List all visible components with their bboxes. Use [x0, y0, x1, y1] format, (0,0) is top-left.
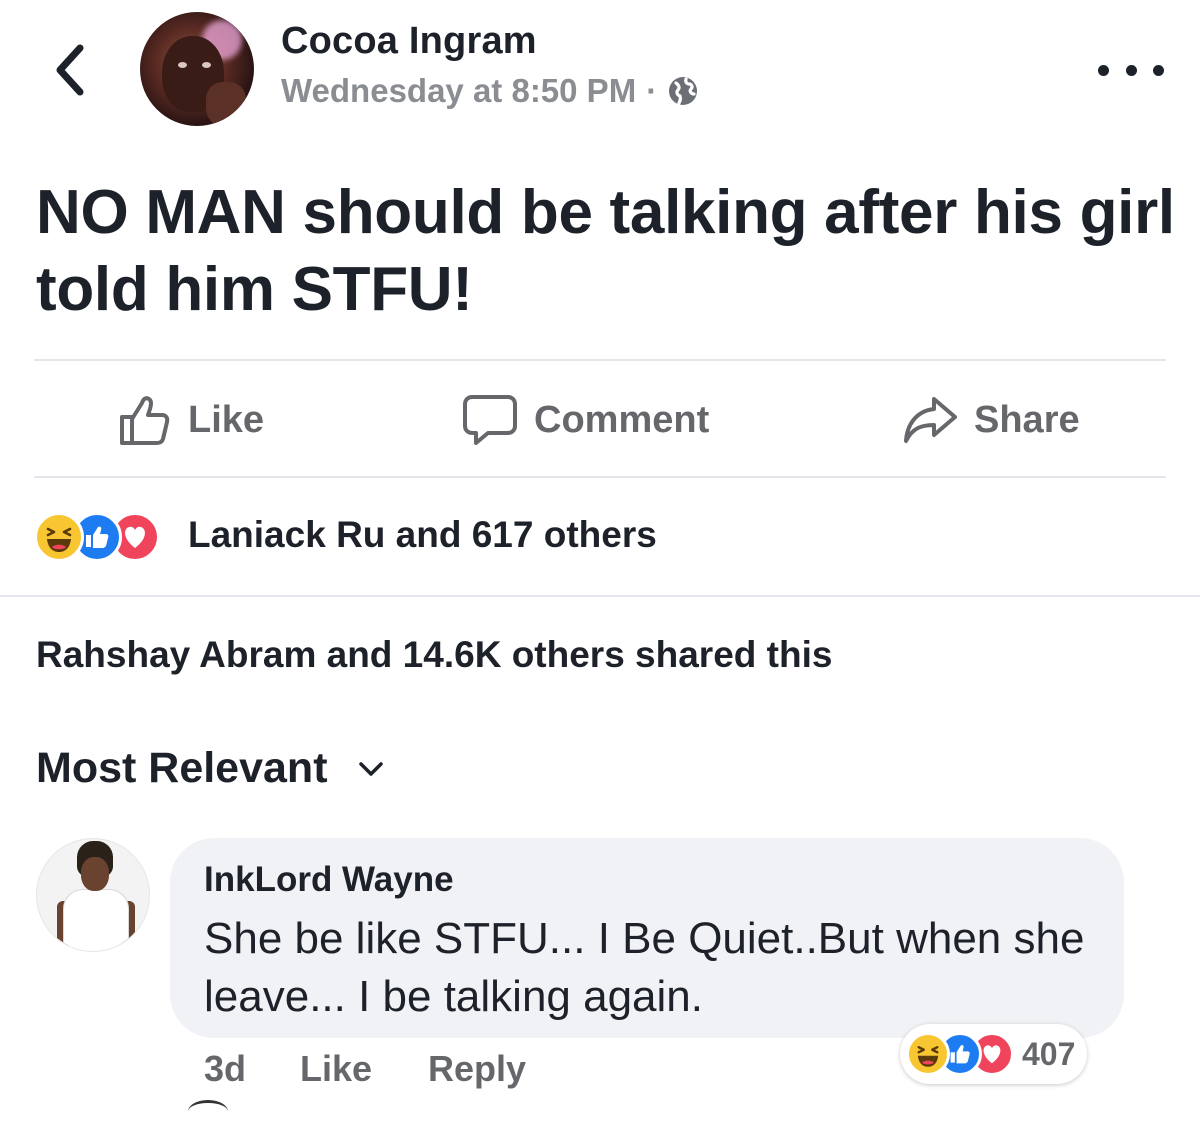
post-timestamp[interactable]: Wednesday at 8:50 PM ·: [281, 72, 699, 110]
divider: [34, 359, 1166, 361]
timestamp-text: Wednesday at 8:50 PM: [281, 72, 637, 109]
haha-reaction-icon: [34, 512, 84, 562]
post-text: NO MAN should be talking after his girl …: [36, 178, 1175, 324]
chevron-down-icon: [358, 761, 383, 776]
like-button[interactable]: Like: [118, 390, 264, 450]
share-label: Share: [974, 398, 1080, 441]
comment-button[interactable]: Comment: [462, 390, 709, 450]
back-button[interactable]: [44, 40, 94, 100]
comment-sort-dropdown[interactable]: Most Relevant: [36, 744, 384, 793]
reaction-summary[interactable]: Laniack Ru and 617 others: [188, 514, 657, 556]
dot: [1153, 64, 1164, 76]
comment-label: Comment: [534, 398, 710, 441]
haha-reaction-icon: [906, 1032, 950, 1076]
comment-reactions[interactable]: 407: [900, 1024, 1088, 1084]
more-options-button[interactable]: [1098, 50, 1164, 90]
sort-label: Most Relevant: [36, 744, 328, 792]
divider: [34, 476, 1166, 478]
comment-text: She be like STFU... I Be Quiet..But when…: [204, 914, 1085, 1021]
thumbs-up-icon: [120, 396, 170, 445]
shares-summary[interactable]: Rahshay Abram and 14.6K others shared th…: [36, 634, 832, 676]
comment-reaction-count: 407: [1022, 1035, 1076, 1072]
commenter-avatar[interactable]: [36, 838, 150, 952]
reaction-icons[interactable]: [34, 512, 160, 562]
dot: [1125, 64, 1137, 76]
section-divider: [0, 595, 1200, 597]
comment-bubble-icon: [463, 395, 517, 445]
comment-like-button[interactable]: Like: [300, 1048, 372, 1090]
next-comment-avatar-edge: [188, 1100, 228, 1123]
comment-age: 3d: [204, 1048, 247, 1089]
comment-author[interactable]: InkLord Wayne: [204, 860, 454, 900]
timestamp-separator: ·: [646, 72, 658, 109]
like-label: Like: [188, 398, 265, 441]
author-name[interactable]: Cocoa Ingram: [281, 20, 537, 63]
globe-icon: [669, 77, 698, 105]
share-button[interactable]: Share: [902, 390, 1080, 450]
dot: [1098, 64, 1109, 76]
author-avatar[interactable]: [140, 12, 254, 126]
share-arrow-icon: [904, 397, 957, 443]
comment-reply-button[interactable]: Reply: [428, 1048, 526, 1090]
chevron-left-icon: [56, 44, 84, 96]
